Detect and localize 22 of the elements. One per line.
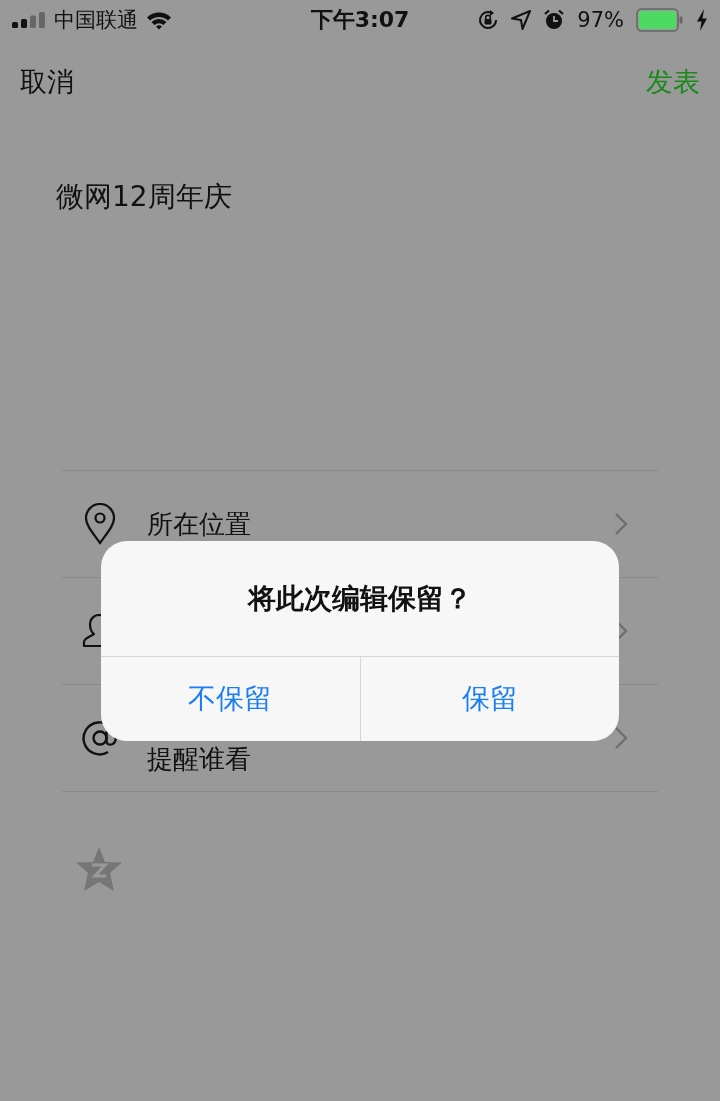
option-label: 所在位置 [147, 507, 252, 541]
wifi-icon [146, 10, 172, 30]
dialog-title: 将此次编辑保留？ [101, 541, 619, 657]
at-sign-icon [80, 719, 119, 757]
alarm-icon [543, 9, 566, 31]
location-arrow-icon [511, 10, 532, 30]
chevron-right-icon [614, 726, 628, 750]
dialog-button[interactable]: 保留 [359, 657, 619, 741]
location-pin-icon [83, 503, 116, 545]
option-label: 提醒谁看 [147, 743, 252, 776]
charging-bolt-icon [696, 9, 708, 31]
carrier-name: 中国联通 [54, 7, 138, 34]
rotation-lock-icon [477, 9, 500, 31]
person-icon [82, 614, 101, 648]
cancel-button[interactable]: 取消 [20, 64, 74, 100]
status-time: 下午3:07 [310, 6, 410, 34]
star-icon [75, 846, 123, 892]
battery-icon [636, 8, 684, 32]
chevron-right-icon [614, 512, 628, 536]
battery-percent: 97% [577, 8, 624, 32]
post-text: 微网12周年庆 [55, 179, 233, 215]
signal-icon [12, 12, 46, 28]
